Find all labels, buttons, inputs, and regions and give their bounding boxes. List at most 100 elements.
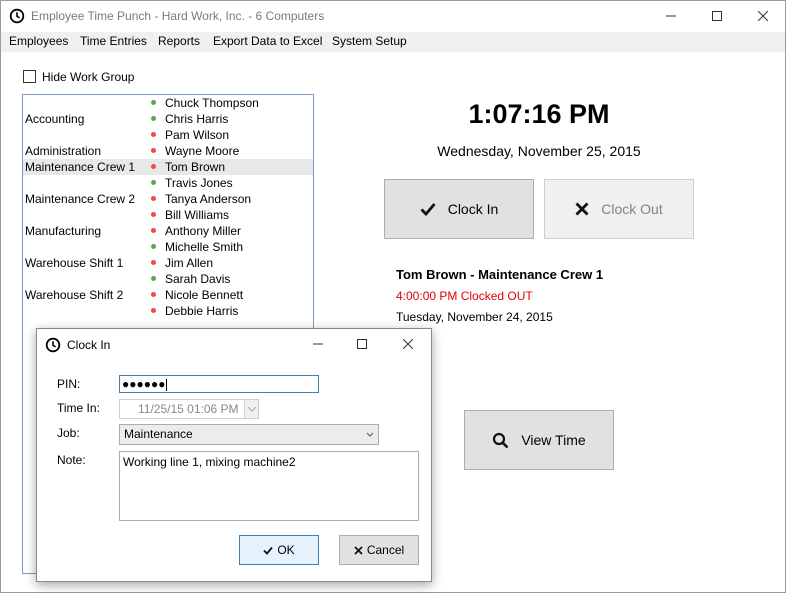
- close-icon: [402, 338, 414, 352]
- employee-name: Travis Jones: [165, 176, 233, 190]
- checkbox-box[interactable]: [23, 70, 36, 83]
- list-item[interactable]: Sarah Davis: [23, 271, 313, 287]
- close-button[interactable]: [740, 1, 786, 32]
- list-item[interactable]: Debbie Harris: [23, 303, 313, 319]
- employee-name: Michelle Smith: [165, 240, 244, 254]
- status-out-icon: [151, 260, 156, 265]
- status-in-icon: [151, 244, 156, 249]
- current-time: 1:07:16 PM: [468, 99, 610, 129]
- status-out-icon: [151, 196, 156, 201]
- menu-reports[interactable]: Reports: [158, 34, 200, 48]
- maximize-icon: [712, 10, 722, 24]
- status-out-icon: [151, 148, 156, 153]
- clock-out-button[interactable]: Clock Out: [544, 179, 694, 239]
- job-value: Maintenance: [124, 427, 193, 441]
- list-item[interactable]: Administration Wayne Moore: [23, 143, 313, 159]
- view-time-button[interactable]: View Time: [464, 410, 614, 470]
- clock-out-label: Clock Out: [601, 201, 663, 217]
- ok-label: OK: [277, 543, 295, 557]
- maximize-button[interactable]: [694, 1, 740, 32]
- clock-in-button[interactable]: Clock In: [384, 179, 534, 239]
- list-item[interactable]: Travis Jones: [23, 175, 313, 191]
- last-punch-date: Tuesday, November 24, 2015: [396, 310, 553, 324]
- title-bar[interactable]: Employee Time Punch - Hard Work, Inc. - …: [1, 1, 785, 32]
- group-name: Warehouse Shift 1: [25, 256, 124, 270]
- clock-icon: [45, 337, 61, 353]
- x-icon: [354, 545, 363, 555]
- menu-system-setup[interactable]: System Setup: [332, 34, 407, 48]
- status-out-icon: [151, 228, 156, 233]
- menu-time-entries[interactable]: Time Entries: [80, 34, 147, 48]
- employee-name: Wayne Moore: [165, 144, 240, 158]
- last-punch-status: 4:00:00 PM Clocked OUT: [396, 289, 533, 303]
- x-icon: [575, 202, 589, 216]
- note-label: Note:: [57, 453, 86, 467]
- hide-work-group-label: Hide Work Group: [42, 70, 135, 84]
- job-select[interactable]: Maintenance: [119, 424, 379, 445]
- close-icon: [757, 10, 769, 24]
- dialog-minimize-button[interactable]: [295, 329, 341, 360]
- employee-name: Tom Brown: [165, 160, 226, 174]
- list-item[interactable]: Manufacturing Anthony Miller: [23, 223, 313, 239]
- chevron-down-icon[interactable]: [244, 400, 258, 418]
- employee-name: Pam Wilson: [165, 128, 230, 142]
- menu-bar: Employees Time Entries Reports Export Da…: [1, 32, 785, 52]
- job-label: Job:: [57, 426, 80, 440]
- status-out-icon: [151, 132, 156, 137]
- menu-export-data[interactable]: Export Data to Excel: [213, 34, 322, 48]
- group-name: Administration: [25, 144, 102, 158]
- time-in-value: 11/25/15 01:06 PM: [138, 402, 239, 416]
- cancel-button[interactable]: Cancel: [339, 535, 419, 565]
- window-title: Employee Time Punch - Hard Work, Inc. - …: [31, 9, 325, 23]
- pin-value: ●●●●●●: [122, 377, 166, 391]
- status-in-icon: [151, 100, 156, 105]
- pin-input[interactable]: ●●●●●●: [119, 375, 319, 393]
- cancel-label: Cancel: [366, 543, 405, 557]
- pin-label: PIN:: [57, 377, 81, 391]
- employee-name: Bill Williams: [165, 208, 229, 222]
- menu-employees[interactable]: Employees: [9, 34, 68, 48]
- minimize-icon: [313, 338, 323, 352]
- note-textarea[interactable]: Working line 1, mixing machine2: [119, 451, 419, 521]
- employee-name: Chris Harris: [165, 112, 229, 126]
- list-item[interactable]: Maintenance Crew 2 Tanya Anderson: [23, 191, 313, 207]
- employee-name: Sarah Davis: [165, 272, 231, 286]
- dialog-title: Clock In: [67, 338, 111, 352]
- time-in-picker[interactable]: 11/25/15 01:06 PM: [119, 399, 259, 419]
- selected-employee-name: Tom Brown - Maintenance Crew 1: [396, 267, 604, 282]
- list-item[interactable]: Accounting Chris Harris: [23, 111, 313, 127]
- list-item[interactable]: Michelle Smith: [23, 239, 313, 255]
- checkmark-icon: [420, 202, 436, 216]
- dialog-maximize-button[interactable]: [339, 329, 385, 360]
- ok-button[interactable]: OK: [239, 535, 319, 565]
- view-time-label: View Time: [521, 432, 586, 448]
- list-item[interactable]: Chuck Thompson: [23, 95, 313, 111]
- chevron-down-icon: [366, 425, 374, 450]
- status-out-icon: [151, 212, 156, 217]
- list-item-selected[interactable]: Maintenance Crew 1 Tom Brown: [23, 159, 313, 175]
- list-item[interactable]: Pam Wilson: [23, 127, 313, 143]
- list-item[interactable]: Bill Williams: [23, 207, 313, 223]
- employee-name: Tanya Anderson: [165, 192, 252, 206]
- status-in-icon: [151, 116, 156, 121]
- group-name: Warehouse Shift 2: [25, 288, 124, 302]
- time-in-label: Time In:: [57, 401, 100, 415]
- group-name: Maintenance Crew 2: [25, 192, 136, 206]
- current-date: Wednesday, November 25, 2015: [437, 143, 641, 159]
- main-window: Employee Time Punch - Hard Work, Inc. - …: [0, 0, 786, 593]
- employee-name: Debbie Harris: [165, 304, 239, 318]
- note-value: Working line 1, mixing machine2: [123, 455, 296, 469]
- list-item[interactable]: Warehouse Shift 1 Jim Allen: [23, 255, 313, 271]
- maximize-icon: [357, 338, 367, 352]
- search-icon: [492, 432, 509, 449]
- employee-name: Chuck Thompson: [165, 96, 259, 110]
- group-name: Manufacturing: [25, 224, 102, 238]
- clock-icon: [9, 8, 25, 24]
- dialog-close-button[interactable]: [385, 329, 431, 360]
- status-out-icon: [151, 308, 156, 313]
- minimize-button[interactable]: [648, 1, 694, 32]
- list-item[interactable]: Warehouse Shift 2 Nicole Bennett: [23, 287, 313, 303]
- minimize-icon: [666, 10, 676, 24]
- status-out-icon: [151, 292, 156, 297]
- employee-name: Jim Allen: [165, 256, 214, 270]
